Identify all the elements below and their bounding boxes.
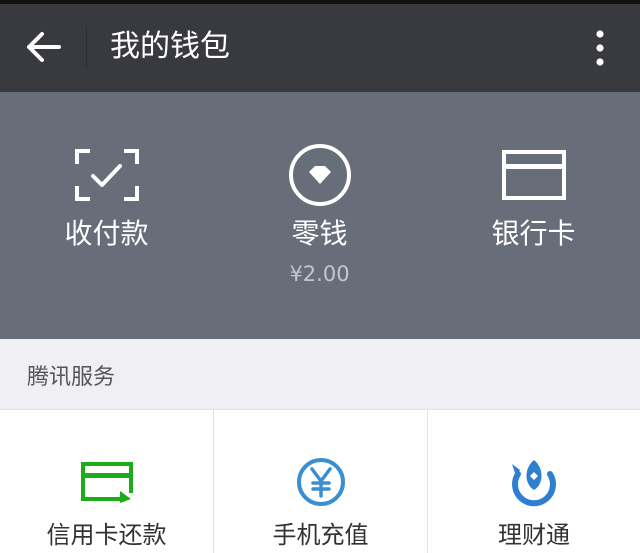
top-app-bar: 我的钱包: [0, 0, 640, 92]
bank-card-icon: [499, 140, 569, 210]
service-credit-card-repay[interactable]: 信用卡还款: [0, 410, 214, 553]
page-title: 我的钱包: [110, 29, 230, 64]
status-bar-edge: [0, 0, 640, 4]
title-divider: [86, 26, 87, 68]
wallet-item-bank-card[interactable]: 银行卡: [427, 92, 640, 339]
credit-card-repay-icon: [77, 454, 137, 510]
wallet-item-label: 零钱: [291, 217, 348, 250]
section-title: 腾讯服务: [27, 365, 116, 390]
yuan-coin-icon: [291, 454, 351, 510]
licaitong-icon: [504, 454, 564, 510]
diamond-coin-icon: [285, 140, 355, 210]
change-balance: ¥2.00: [289, 262, 350, 286]
service-label: 理财通: [498, 521, 570, 549]
wallet-item-change[interactable]: 零钱 ¥2.00: [213, 92, 426, 339]
wallet-item-label: 银行卡: [491, 217, 576, 250]
wallet-panel: 收付款 零钱 ¥2.00 银行卡: [0, 92, 640, 339]
arrow-left-icon: [27, 32, 61, 62]
service-licaitong[interactable]: 理财通: [428, 410, 640, 553]
service-label: 信用卡还款: [46, 521, 167, 549]
back-button[interactable]: [18, 24, 70, 70]
more-vertical-icon: [596, 30, 604, 66]
wallet-item-payment[interactable]: 收付款: [0, 92, 213, 339]
section-header-tencent-services: 腾讯服务: [0, 339, 640, 409]
more-options-button[interactable]: [580, 26, 620, 70]
services-grid: 信用卡还款 手机充值 理财通: [0, 409, 640, 553]
service-mobile-topup[interactable]: 手机充值: [214, 410, 428, 553]
wallet-item-label: 收付款: [64, 217, 149, 250]
scan-pay-icon: [72, 140, 142, 210]
service-label: 手机充值: [272, 521, 369, 549]
